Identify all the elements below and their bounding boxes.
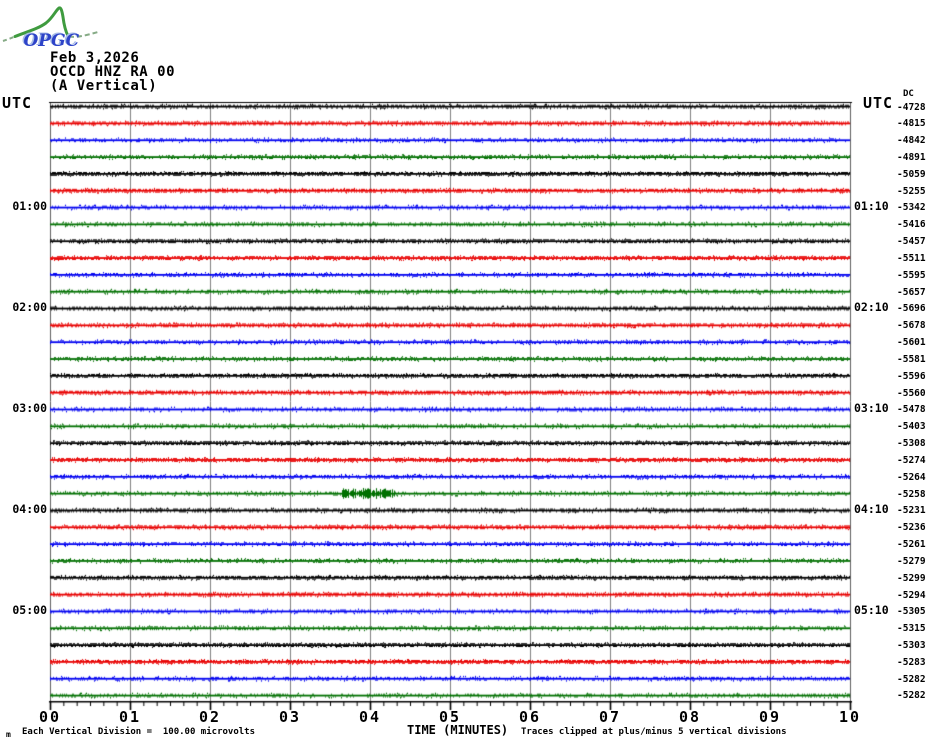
x-axis-tick-label: 07 (598, 708, 622, 726)
dc-offset-value: -5283 (897, 656, 926, 668)
dc-offset-value: -5403 (897, 421, 926, 433)
dc-offset-value: -5416 (897, 219, 926, 231)
dc-offset-value: -5308 (897, 438, 926, 450)
left-time-label: 04:00 (12, 502, 47, 517)
x-axis-tick-label: 02 (198, 708, 222, 726)
x-axis-tick-label: 06 (518, 708, 542, 726)
dc-offset-value: -5059 (897, 168, 926, 180)
x-axis-tick-label: 09 (758, 708, 782, 726)
x-axis-tick-label: 00 (38, 708, 62, 726)
x-axis-tick-label: 01 (118, 708, 142, 726)
dc-offset-value: -5596 (897, 370, 926, 382)
clip-note: Traces clipped at plus/minus 5 vertical … (521, 727, 787, 737)
dc-offset-value: -5258 (897, 488, 926, 500)
x-axis-title: TIME (MINUTES) (407, 723, 509, 737)
dc-offset-value: -5231 (897, 505, 926, 517)
watermark-glyph: m (6, 730, 11, 739)
dc-offset-value: -5457 (897, 236, 926, 248)
dc-offset-value: -5264 (897, 471, 926, 483)
left-time-label: 01:00 (12, 199, 47, 214)
dc-offset-value: -5255 (897, 185, 926, 197)
dc-offset-value: -5511 (897, 252, 926, 264)
dc-offset-value: -5478 (897, 404, 926, 416)
dc-offset-value: -5236 (897, 522, 926, 534)
dc-offset-value: -5601 (897, 337, 926, 349)
dc-offset-value: -5595 (897, 269, 926, 281)
opgc-logo: OPGC OPGC (2, 6, 101, 51)
logo-text: OPGC (24, 31, 80, 51)
dc-column-header: DC (903, 89, 914, 99)
dc-offset-value: -5581 (897, 353, 926, 365)
dc-offset-value: -5657 (897, 286, 926, 298)
dc-offset-value: -4891 (897, 151, 926, 163)
x-axis-tick-label: 08 (678, 708, 702, 726)
dc-offset-value: -5299 (897, 572, 926, 584)
x-axis-tick-label: 03 (278, 708, 302, 726)
dc-offset-value: -5560 (897, 387, 926, 399)
dc-offset-value: -5279 (897, 555, 926, 567)
x-axis-tick-label: 10 (838, 708, 862, 726)
dc-offset-value: -5282 (897, 690, 926, 702)
helicorder-plot-canvas (0, 0, 930, 744)
helicorder-page: OPGC OPGC Feb 3,2026 OCCD HNZ RA 00 (A V… (0, 0, 930, 744)
utc-label-left: UTC (2, 94, 33, 112)
dc-offset-value: -5696 (897, 303, 926, 315)
dc-offset-value: -5303 (897, 639, 926, 651)
dc-offset-value: -4842 (897, 135, 926, 147)
header-component: (A Vertical) (50, 78, 158, 94)
utc-label-right: UTC (863, 94, 894, 112)
x-axis-tick-label: 04 (358, 708, 382, 726)
dc-offset-value: -4815 (897, 118, 926, 130)
left-time-label: 02:00 (12, 300, 47, 315)
dc-offset-value: -5274 (897, 454, 926, 466)
logo-dash-left (2, 35, 16, 42)
dc-offset-value: -5305 (897, 606, 926, 618)
vertical-scale-note: Each Vertical Division = 100.00 microvol… (22, 727, 255, 737)
dc-offset-value: -4728 (897, 101, 926, 113)
dc-offset-value: -5261 (897, 539, 926, 551)
left-time-label: 03:00 (12, 401, 47, 416)
dc-offset-value: -5282 (897, 673, 926, 685)
dc-offset-value: -5315 (897, 623, 926, 635)
dc-offset-value: -5294 (897, 589, 926, 601)
dc-offset-value: -5342 (897, 202, 926, 214)
dc-offset-value: -5678 (897, 320, 926, 332)
left-time-label: 05:00 (12, 603, 47, 618)
